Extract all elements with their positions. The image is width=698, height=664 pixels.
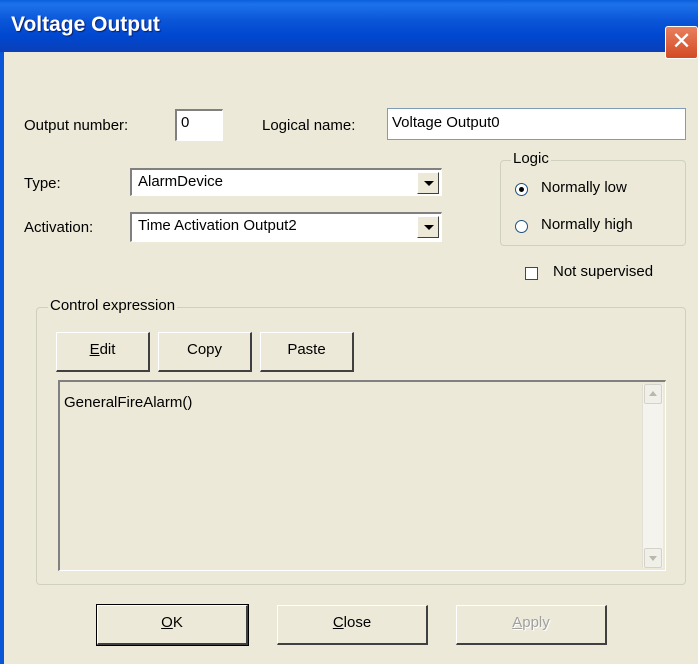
apply-rest: pply (522, 614, 550, 631)
ok-button[interactable]: OK (96, 604, 249, 646)
ok-accel: O (161, 614, 173, 631)
output-number-label: Output number: (24, 117, 129, 134)
logic-group-legend: Logic (511, 150, 551, 167)
scroll-up-icon[interactable] (644, 384, 662, 404)
normally-low-label[interactable]: Normally low (541, 179, 627, 196)
logical-name-label: Logical name: (262, 117, 356, 134)
close-icon: ✕ (671, 28, 692, 55)
vertical-scrollbar[interactable] (642, 384, 663, 568)
control-expression-text[interactable]: GeneralFireAlarm() (58, 380, 666, 571)
normally-high-label[interactable]: Normally high (541, 216, 633, 233)
not-supervised-label[interactable]: Not supervised (553, 263, 653, 280)
radio-normally-low[interactable] (515, 183, 528, 196)
edit-accel: E (89, 341, 100, 358)
logic-group (500, 160, 686, 246)
logical-name-field[interactable]: Voltage Output0 (387, 108, 686, 140)
title-bar: Voltage Output (0, 0, 698, 52)
type-dropdown[interactable]: AlarmDevice (130, 168, 442, 196)
radio-normally-high[interactable] (515, 220, 528, 233)
apply-button[interactable]: Apply (456, 605, 607, 645)
paste-button[interactable]: Paste (260, 332, 354, 372)
not-supervised-checkbox[interactable] (525, 267, 538, 280)
activation-selected-value: Time Activation Output2 (138, 217, 297, 234)
close-window-button[interactable]: ✕ (665, 26, 698, 59)
type-selected-value: AlarmDevice (138, 173, 224, 190)
activation-dropdown[interactable]: Time Activation Output2 (130, 212, 442, 242)
window-frame-left (0, 52, 4, 664)
control-expression-legend: Control expression (48, 297, 178, 314)
control-expression-value: GeneralFireAlarm() (64, 394, 193, 411)
chevron-down-icon[interactable] (417, 172, 439, 194)
output-number-field[interactable]: 0 (175, 109, 223, 141)
close-rest: lose (343, 614, 372, 631)
chevron-down-icon[interactable] (417, 216, 439, 238)
close-accel: C (332, 614, 344, 631)
copy-button[interactable]: Copy (158, 332, 252, 372)
ok-rest: K (172, 614, 183, 631)
activation-label: Activation: (24, 219, 94, 236)
edit-button[interactable]: Edit (56, 332, 150, 372)
type-label: Type: (24, 175, 61, 192)
edit-rest: dit (99, 341, 116, 358)
apply-accel: A (512, 614, 523, 631)
close-button[interactable]: Close (277, 605, 428, 645)
window-title: Voltage Output (11, 13, 160, 36)
scroll-down-icon[interactable] (644, 548, 662, 568)
